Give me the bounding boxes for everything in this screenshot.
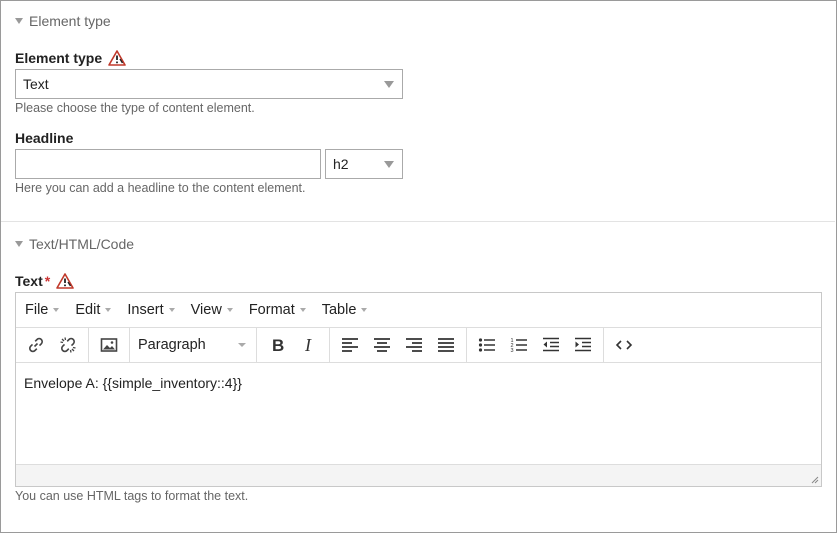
warning-icon bbox=[56, 273, 75, 289]
element-type-help: Please choose the type of content elemen… bbox=[15, 101, 255, 115]
editor-content-area[interactable]: Envelope A: {{simple_inventory::4}} bbox=[16, 363, 821, 464]
headline-level-select[interactable]: h2 bbox=[325, 149, 403, 179]
element-type-value: Text bbox=[23, 76, 49, 92]
editor-toolbar: Paragraph B I 1 2 3 bbox=[16, 327, 821, 363]
toolbar-group-lists: 1 2 3 bbox=[467, 327, 604, 363]
headline-help: Here you can add a headline to the conte… bbox=[15, 181, 306, 195]
chevron-down-icon bbox=[384, 161, 394, 168]
caret-down-icon bbox=[226, 308, 233, 312]
bold-button[interactable]: B bbox=[261, 330, 293, 360]
legend-label: Text/HTML/Code bbox=[29, 236, 135, 252]
menu-edit[interactable]: Edit bbox=[75, 302, 112, 318]
image-button[interactable] bbox=[93, 330, 125, 360]
numbered-list-button[interactable]: 1 2 3 bbox=[503, 330, 535, 360]
legend-label: Element type bbox=[29, 13, 111, 29]
chevron-down-icon bbox=[384, 81, 394, 88]
headline-label: Headline bbox=[15, 130, 74, 146]
legend-element-type[interactable]: Element type bbox=[15, 13, 111, 29]
caret-down-icon bbox=[238, 343, 246, 347]
editor-paragraph: Envelope A: {{simple_inventory::4}} bbox=[24, 375, 242, 391]
align-justify-button[interactable] bbox=[430, 330, 462, 360]
numbered-list-icon: 1 2 3 bbox=[511, 338, 527, 353]
indent-button[interactable] bbox=[567, 330, 599, 360]
section-divider bbox=[1, 221, 835, 222]
align-center-button[interactable] bbox=[366, 330, 398, 360]
headline-input[interactable] bbox=[15, 149, 321, 179]
element-type-label: Element type bbox=[15, 50, 126, 66]
block-format-select[interactable]: Paragraph bbox=[134, 330, 252, 360]
link-icon bbox=[29, 337, 43, 353]
resize-handle-icon[interactable] bbox=[809, 474, 819, 484]
align-left-button[interactable] bbox=[334, 330, 366, 360]
menu-file[interactable]: File bbox=[25, 302, 60, 318]
menu-insert[interactable]: Insert bbox=[127, 302, 175, 318]
bullet-list-icon bbox=[478, 338, 495, 352]
text-help: You can use HTML tags to format the text… bbox=[15, 489, 249, 503]
toolbar-group-code bbox=[604, 328, 644, 363]
align-right-button[interactable] bbox=[398, 330, 430, 360]
toolbar-group-format: Paragraph bbox=[130, 327, 257, 363]
menu-view[interactable]: View bbox=[191, 302, 233, 318]
unlink-icon bbox=[60, 337, 76, 353]
italic-button[interactable]: I bbox=[293, 330, 325, 360]
editor-statusbar bbox=[16, 464, 821, 486]
svg-text:B: B bbox=[272, 336, 284, 354]
toolbar-group-links bbox=[16, 327, 89, 363]
caret-down-icon bbox=[299, 308, 306, 312]
source-code-icon bbox=[615, 340, 633, 350]
unlink-button[interactable] bbox=[52, 330, 84, 360]
align-right-icon bbox=[406, 338, 422, 352]
image-icon bbox=[100, 338, 118, 352]
italic-icon: I bbox=[304, 336, 312, 354]
caret-down-icon bbox=[53, 308, 60, 312]
caret-down-icon bbox=[361, 308, 368, 312]
svg-text:I: I bbox=[304, 336, 312, 354]
caret-down-icon bbox=[105, 308, 112, 312]
toolbar-group-style: B I bbox=[257, 327, 330, 363]
menu-table[interactable]: Table bbox=[322, 302, 368, 318]
svg-text:3: 3 bbox=[511, 348, 514, 353]
indent-icon bbox=[575, 337, 591, 352]
menu-format[interactable]: Format bbox=[249, 302, 306, 318]
caret-down-icon bbox=[168, 308, 175, 312]
source-code-button[interactable] bbox=[608, 330, 640, 360]
bullet-list-button[interactable] bbox=[471, 330, 503, 360]
collapse-triangle-icon bbox=[15, 18, 23, 24]
align-justify-icon bbox=[438, 338, 454, 352]
collapse-triangle-icon bbox=[15, 241, 23, 247]
toolbar-group-image bbox=[89, 327, 130, 363]
legend-text-html-code[interactable]: Text/HTML/Code bbox=[15, 236, 134, 252]
element-type-select[interactable]: Text bbox=[15, 69, 403, 99]
editor-menubar: File Edit Insert View Format Table bbox=[16, 293, 821, 328]
text-label: Text * bbox=[15, 273, 75, 289]
bold-icon: B bbox=[272, 336, 284, 354]
align-center-icon bbox=[374, 338, 390, 352]
outdent-button[interactable] bbox=[535, 330, 567, 360]
align-left-icon bbox=[342, 338, 358, 352]
rich-text-editor: File Edit Insert View Format Table Parag… bbox=[15, 292, 822, 487]
warning-icon bbox=[108, 50, 126, 66]
outdent-icon bbox=[543, 337, 559, 352]
toolbar-group-align bbox=[330, 327, 467, 363]
headline-level-value: h2 bbox=[333, 156, 349, 172]
link-button[interactable] bbox=[20, 330, 52, 360]
required-mark: * bbox=[44, 273, 51, 289]
